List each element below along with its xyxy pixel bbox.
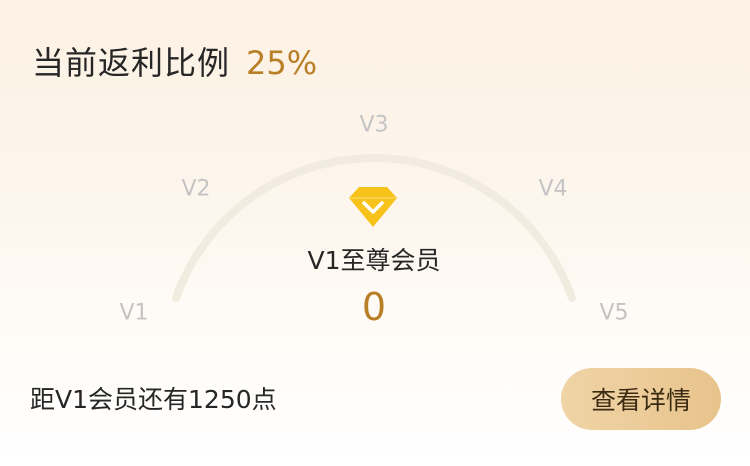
rebate-card: 当前返利比例 25% V1 V2 V3 V4 V5 V1至尊会员 0 距V1会员… [0, 0, 750, 466]
level-label-v3: V3 [359, 112, 389, 138]
member-level-name: V1至尊会员 [307, 246, 441, 275]
view-details-button[interactable]: 查看详情 [561, 368, 721, 430]
level-label-v5: V5 [599, 300, 629, 326]
level-label-v2: V2 [181, 176, 211, 202]
points-remaining-text: 距V1会员还有1250点 [30, 385, 277, 414]
level-label-v4: V4 [538, 176, 568, 202]
diamond-icon [349, 187, 397, 227]
member-points: 0 [361, 285, 387, 329]
level-label-v1: V1 [119, 300, 149, 326]
